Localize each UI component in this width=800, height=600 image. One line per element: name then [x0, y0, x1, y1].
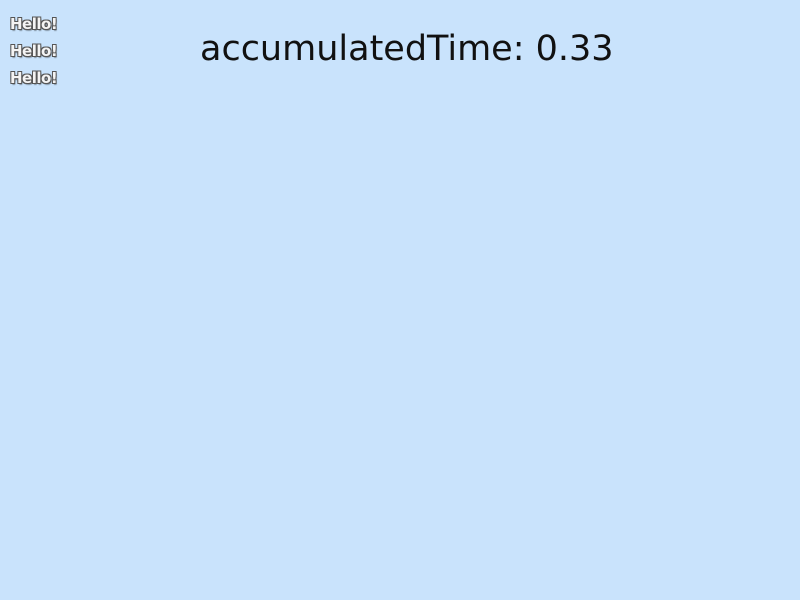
accumulated-time-label: accumulatedTime: 0.33	[200, 29, 614, 69]
hello-text: Hello!	[10, 69, 58, 87]
hello-text: Hello!	[10, 15, 58, 33]
hello-text-list: Hello! Hello! Hello!	[10, 14, 58, 95]
hello-text: Hello!	[10, 42, 58, 60]
